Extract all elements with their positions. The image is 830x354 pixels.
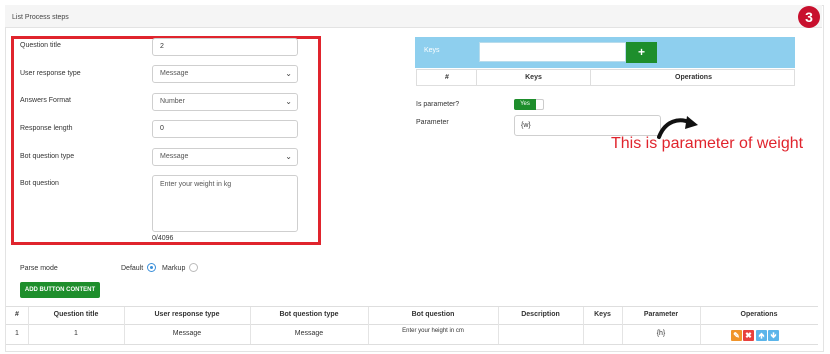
plus-icon: + [637,45,645,59]
parameter-label: Parameter [416,119,449,126]
keys-table-header-index: # [445,74,449,81]
answers-format-value: Number [160,98,185,105]
arrow-down-icon: 🡻 [770,331,777,340]
row-user-response-type: Message [172,330,202,337]
pencil-icon: ✎ [733,331,740,340]
chevron-down-icon: ⌄ [285,69,292,78]
response-length-label: Response length [20,125,73,132]
table-header-user-response-type: User response type [154,311,220,318]
table-bottom-divider [6,344,818,345]
row-bot-question-type: Message [294,330,324,337]
panel-title: List Process steps [12,14,69,21]
parameter-annotation: This is parameter of weight [611,135,804,152]
table-header-divider [6,324,818,325]
character-counter: 0/4096 [152,235,174,242]
question-title-label: Question title [20,42,61,49]
chevron-down-icon: ⌄ [285,97,292,106]
answers-format-select[interactable]: Number ⌄ [152,93,298,111]
bot-question-type-select[interactable]: Message ⌄ [152,148,298,166]
chevron-down-icon: ⌄ [285,152,292,161]
answers-format-label: Answers Format [20,97,71,104]
keys-label: Keys [424,47,440,54]
step-number-badge: 3 [798,6,820,28]
move-up-button[interactable]: 🡹 [756,330,767,341]
keys-input[interactable] [479,42,626,62]
question-title-input[interactable]: 2 [152,38,298,56]
row-parameter: {h} [656,330,666,337]
table-header-question-title: Question title [53,311,99,318]
row-question-title: 1 [74,330,78,337]
parse-mode-default-label: Default [121,265,144,272]
keys-table-header-operations: Operations [675,74,712,81]
table-header-operations: Operations [740,311,778,318]
arrow-up-icon: 🡹 [758,331,765,340]
bot-question-type-value: Message [160,153,189,160]
keys-table-header-keys: Keys [525,74,542,81]
bot-question-textarea[interactable]: Enter your weight in kg [152,175,298,232]
user-response-type-select[interactable]: Message ⌄ [152,65,298,83]
panel-header [5,5,822,28]
edit-button[interactable]: ✎ [731,330,742,341]
move-down-button[interactable]: 🡻 [768,330,779,341]
keys-table: # Keys Operations [416,69,795,86]
delete-button[interactable]: ✖ [743,330,754,341]
bot-question-type-label: Bot question type [20,153,75,160]
row-index: 1 [15,330,19,337]
table-header-description: Description [521,311,560,318]
parse-mode-markup-label: Markup [162,265,186,272]
table-header-keys: Keys [594,311,611,318]
table-header-index: # [15,311,19,318]
bot-question-label: Bot question [20,180,59,187]
is-parameter-label: Is parameter? [416,101,460,108]
parse-mode-label: Parse mode [20,265,58,272]
parse-mode-markup-radio[interactable] [189,263,198,272]
user-response-type-label: User response type [20,70,81,77]
parse-mode-default-radio[interactable] [147,263,156,272]
response-length-input[interactable]: 0 [152,120,298,138]
table-header-parameter: Parameter [643,311,679,318]
table-header-bot-question-type: Bot question type [279,311,339,318]
add-button-content-button[interactable]: ADD BUTTON CONTENT [20,282,100,298]
user-response-type-value: Message [160,70,189,77]
cross-icon: ✖ [745,331,752,340]
row-bot-question: Enter your height in cm [402,328,464,334]
table-header-bot-question: Bot question [411,311,455,318]
add-key-button[interactable]: + [626,42,657,63]
parameter-input[interactable]: {w} [514,115,661,136]
toggle-yes-label: Yes [514,99,536,110]
